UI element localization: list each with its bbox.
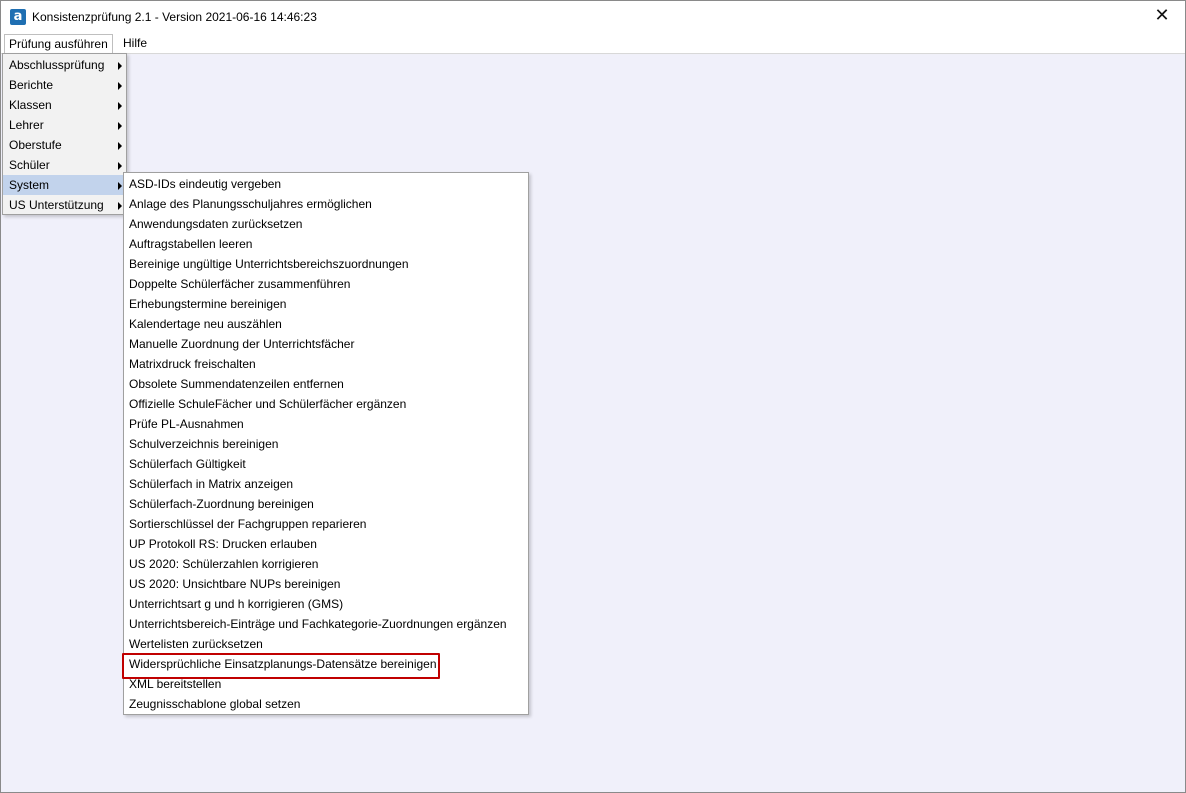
system-submenu: ASD-IDs eindeutig vergeben Anlage des Pla… <box>122 172 529 715</box>
submenu-item-7[interactable]: Kalendertage neu auszählen <box>124 314 528 334</box>
submenu-arrow-icon <box>118 142 122 150</box>
menu-hilfe[interactable]: Hilfe <box>119 34 151 53</box>
close-button[interactable]: ✕ <box>1139 1 1185 32</box>
submenu-item-2[interactable]: Anwendungsdaten zurücksetzen <box>124 214 528 234</box>
submenu-arrow-icon <box>118 182 122 190</box>
submenu-item-20[interactable]: US 2020: Unsichtbare NUPs bereinigen <box>124 574 528 594</box>
menu-pruefung-ausfuehren[interactable]: Prüfung ausführen <box>4 34 113 53</box>
submenu-item-25[interactable]: XML bereitstellen <box>124 674 528 694</box>
submenu-item-4[interactable]: Bereinige ungültige Unterrichtsbereichsz… <box>124 254 528 274</box>
menu-item-label: System <box>9 178 50 192</box>
menu-item-label: Abschlussprüfung <box>9 58 105 72</box>
submenu-item-26[interactable]: Zeugnisschablone global setzen <box>124 694 528 714</box>
submenu-arrow-icon <box>118 62 122 70</box>
submenu-item-0[interactable]: ASD-IDs eindeutig vergeben <box>124 174 528 194</box>
submenu-item-12[interactable]: Prüfe PL-Ausnahmen <box>124 414 528 434</box>
submenu-item-9[interactable]: Matrixdruck freischalten <box>124 354 528 374</box>
menu-item-label: Klassen <box>9 98 52 112</box>
submenu-arrow-icon <box>118 202 122 210</box>
submenu-item-14[interactable]: Schülerfach Gültigkeit <box>124 454 528 474</box>
menu-item-abschlusspruefung[interactable]: Abschlussprüfung <box>3 55 126 75</box>
submenu-item-5[interactable]: Doppelte Schülerfächer zusammenführen <box>124 274 528 294</box>
submenu-item-1[interactable]: Anlage des Planungsschuljahres ermöglich… <box>124 194 528 214</box>
submenu-item-6[interactable]: Erhebungstermine bereinigen <box>124 294 528 314</box>
submenu-item-15[interactable]: Schülerfach in Matrix anzeigen <box>124 474 528 494</box>
submenu-item-21[interactable]: Unterrichtsart g und h korrigieren (GMS) <box>124 594 528 614</box>
menu-item-oberstufe[interactable]: Oberstufe <box>3 135 126 155</box>
submenu-item-16[interactable]: Schülerfach-Zuordnung bereinigen <box>124 494 528 514</box>
menu-item-label: Schüler <box>9 158 50 172</box>
menu-item-berichte[interactable]: Berichte <box>3 75 126 95</box>
title-bar: a Konsistenzprüfung 2.1 - Version 2021-0… <box>1 1 1185 32</box>
submenu-item-10[interactable]: Obsolete Summendatenzeilen entfernen <box>124 374 528 394</box>
app-icon: a <box>10 9 26 25</box>
submenu-item-11[interactable]: Offizielle SchuleFächer und Schülerfäche… <box>124 394 528 414</box>
submenu-item-13[interactable]: Schulverzeichnis bereinigen <box>124 434 528 454</box>
submenu-item-17[interactable]: Sortierschlüssel der Fachgruppen reparie… <box>124 514 528 534</box>
submenu-item-19[interactable]: US 2020: Schülerzahlen korrigieren <box>124 554 528 574</box>
menu-item-label: Berichte <box>9 78 54 92</box>
submenu-arrow-icon <box>118 162 122 170</box>
menu-item-label: Lehrer <box>9 118 44 132</box>
submenu-item-24[interactable]: Widersprüchliche Einsatzplanungs-Datensä… <box>122 653 528 679</box>
pruefung-dropdown-menu: Abschlussprüfung Berichte Klassen Lehrer… <box>2 53 127 215</box>
submenu-item-8[interactable]: Manuelle Zuordnung der Unterrichtsfächer <box>124 334 528 354</box>
submenu-arrow-icon <box>118 102 122 110</box>
menu-item-klassen[interactable]: Klassen <box>3 95 126 115</box>
menu-item-lehrer[interactable]: Lehrer <box>3 115 126 135</box>
submenu-arrow-icon <box>118 122 122 130</box>
submenu-item-22[interactable]: Unterrichtsbereich-Einträge und Fachkate… <box>124 614 528 634</box>
menu-item-system[interactable]: System <box>3 175 126 195</box>
submenu-arrow-icon <box>118 82 122 90</box>
menu-bar: Prüfung ausführen Hilfe <box>1 32 1185 54</box>
menu-item-label: Oberstufe <box>9 138 62 152</box>
menu-item-us-unterstuetzung[interactable]: US Unterstützung <box>3 195 126 215</box>
menu-item-label: US Unterstützung <box>9 198 104 212</box>
menu-item-schueler[interactable]: Schüler <box>3 155 126 175</box>
submenu-item-23[interactable]: Wertelisten zurücksetzen <box>124 634 528 654</box>
window-title: Konsistenzprüfung 2.1 - Version 2021-06-… <box>32 10 317 24</box>
submenu-item-3[interactable]: Auftragstabellen leeren <box>124 234 528 254</box>
submenu-item-18[interactable]: UP Protokoll RS: Drucken erlauben <box>124 534 528 554</box>
